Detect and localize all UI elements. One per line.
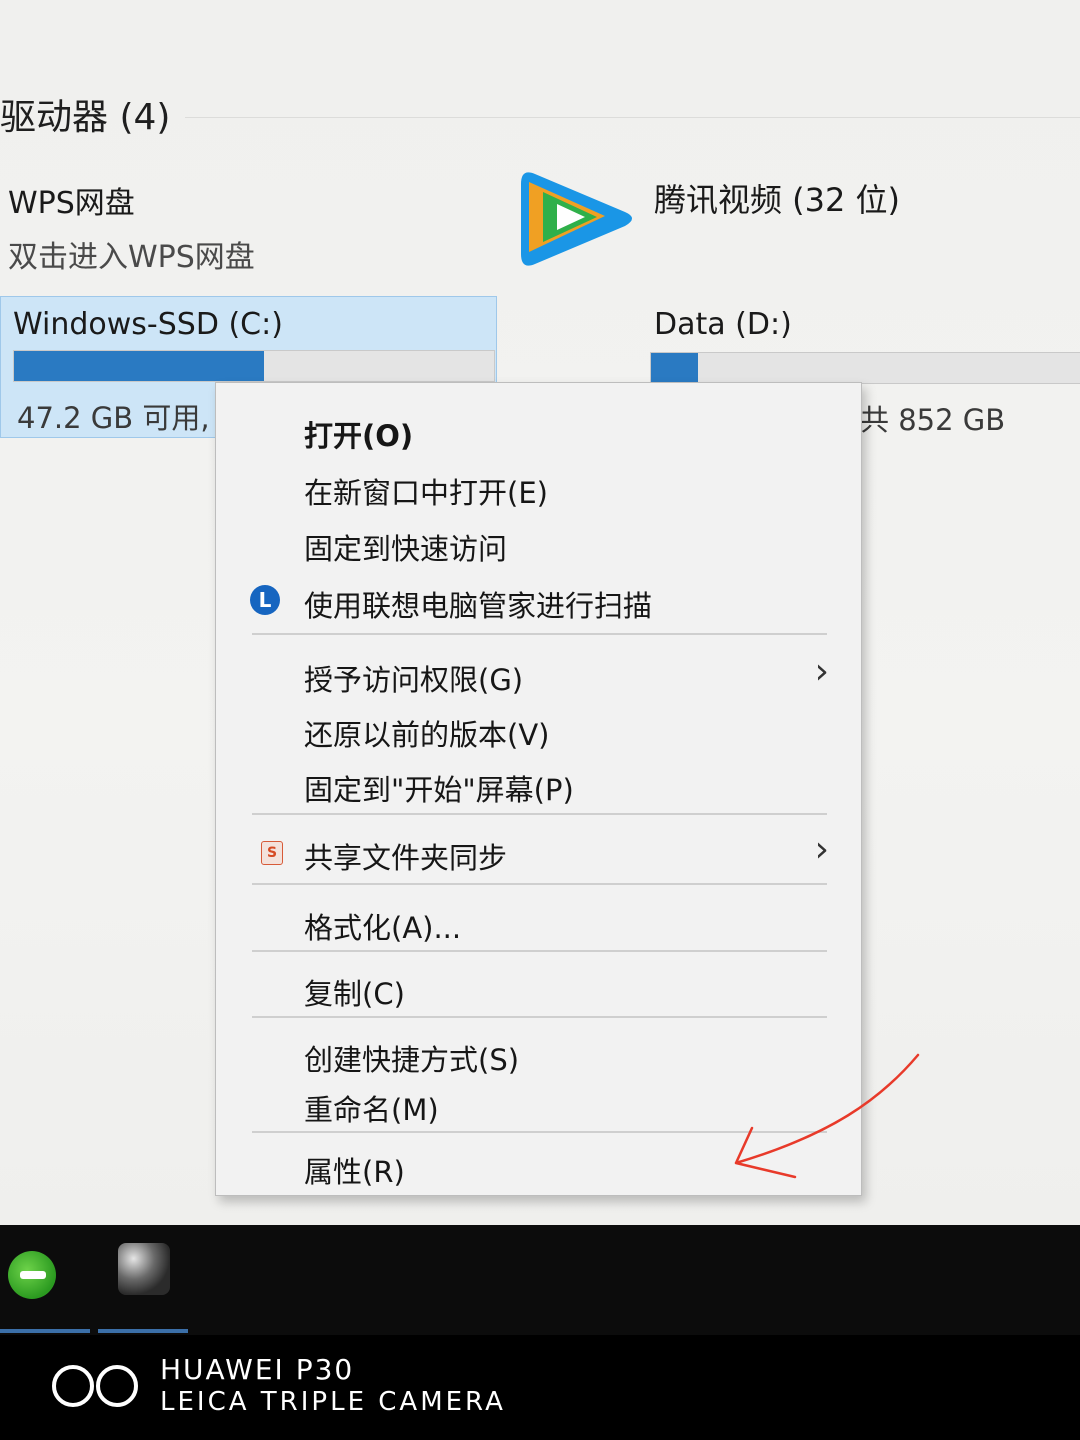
- menu-item-copy[interactable]: 复制(C): [216, 963, 861, 1011]
- menu-item-format-label: 格式化(A)...: [304, 911, 462, 945]
- drive-c-name: Windows-SSD (C:): [13, 307, 283, 342]
- menu-item-lenovo-scan-label: 使用联想电脑管家进行扫描: [304, 589, 653, 623]
- menu-item-open-new-window[interactable]: 在新窗口中打开(E): [216, 462, 861, 510]
- menu-item-restore-versions-label: 还原以前的版本(V): [304, 718, 550, 752]
- taskbar-active-indicator: [0, 1329, 90, 1333]
- menu-separator: [252, 813, 827, 815]
- section-header-drives: 驱动器 (4): [0, 97, 171, 138]
- taskbar: [0, 1225, 1080, 1335]
- chevron-right-icon: ›: [814, 651, 829, 692]
- wps-drive-subtitle: 双击进入WPS网盘: [8, 240, 255, 275]
- menu-item-pin-quick-access-label: 固定到快速访问: [304, 532, 508, 566]
- green-app-icon: [8, 1251, 56, 1299]
- menu-item-create-shortcut-label: 创建快捷方式(S): [304, 1043, 520, 1077]
- drive-c-usage-bar: [13, 350, 495, 382]
- menu-item-sync-shared-folder[interactable]: S 共享文件夹同步 ›: [216, 827, 861, 875]
- tencent-video-label[interactable]: 腾讯视频 (32 位): [654, 175, 900, 221]
- menu-item-pin-quick-access[interactable]: 固定到快速访问: [216, 518, 861, 566]
- menu-item-rename[interactable]: 重命名(M): [216, 1079, 861, 1127]
- file-explorer-window: 驱动器 (4) WPS网盘 双击进入WPS网盘 腾讯视频 (32 位) Wind…: [0, 0, 1080, 1225]
- menu-item-open-new-window-label: 在新窗口中打开(E): [304, 476, 548, 510]
- menu-item-properties[interactable]: 属性(R): [216, 1141, 861, 1189]
- menu-item-grant-access-label: 授予访问权限(G): [304, 663, 524, 697]
- drive-d-name[interactable]: Data (D:): [654, 307, 792, 342]
- tencent-video-icon[interactable]: [515, 160, 645, 276]
- drive-c-usage-fill: [14, 351, 264, 381]
- camera-logo-icon: [52, 1365, 140, 1411]
- menu-separator: [252, 1016, 827, 1018]
- taskbar-active-indicator: [98, 1329, 188, 1333]
- camera-watermark: HUAWEI P30 LEICA TRIPLE CAMERA: [0, 1335, 1080, 1440]
- menu-item-lenovo-scan[interactable]: L 使用联想电脑管家进行扫描: [216, 575, 861, 623]
- menu-item-format[interactable]: 格式化(A)...: [216, 897, 861, 945]
- drive-c-free-space: 47.2 GB 可用,: [17, 401, 210, 435]
- menu-item-pin-start-label: 固定到"开始"屏幕(P): [304, 773, 574, 807]
- menu-item-create-shortcut[interactable]: 创建快捷方式(S): [216, 1029, 861, 1077]
- menu-item-properties-label: 属性(R): [304, 1155, 405, 1189]
- lenovo-manager-icon: L: [250, 585, 280, 615]
- menu-separator: [252, 1131, 827, 1133]
- menu-item-open[interactable]: 打开(O): [216, 405, 861, 453]
- wps-sync-icon: S: [261, 841, 283, 865]
- menu-separator: [252, 883, 827, 885]
- photo-app-icon: [118, 1243, 170, 1295]
- watermark-line1: HUAWEI P30: [160, 1353, 355, 1386]
- wps-drive-name: WPS网盘: [8, 186, 135, 221]
- context-menu: 打开(O) 在新窗口中打开(E) 固定到快速访问 L 使用联想电脑管家进行扫描 …: [215, 382, 862, 1196]
- menu-item-sync-shared-folder-label: 共享文件夹同步: [304, 841, 508, 875]
- menu-item-restore-versions[interactable]: 还原以前的版本(V): [216, 704, 861, 752]
- menu-item-pin-start[interactable]: 固定到"开始"屏幕(P): [216, 759, 861, 807]
- menu-item-copy-label: 复制(C): [304, 977, 405, 1011]
- watermark-line2: LEICA TRIPLE CAMERA: [160, 1387, 506, 1417]
- wps-cloud-drive[interactable]: WPS网盘 双击进入WPS网盘: [8, 178, 255, 276]
- taskbar-app-photo[interactable]: [98, 1243, 188, 1335]
- menu-separator: [252, 633, 827, 635]
- menu-item-open-label: 打开(O): [304, 419, 414, 453]
- taskbar-app-green[interactable]: [0, 1243, 90, 1335]
- drive-d-usage-fill: [651, 353, 699, 383]
- chevron-right-icon: ›: [814, 829, 829, 870]
- drive-d-usage-bar: [650, 352, 1080, 384]
- menu-item-rename-label: 重命名(M): [304, 1093, 439, 1127]
- menu-separator: [252, 950, 827, 952]
- menu-item-grant-access[interactable]: 授予访问权限(G) ›: [216, 649, 861, 697]
- section-divider: [185, 117, 1080, 118]
- drive-d-total-space: 共 852 GB: [860, 403, 1006, 437]
